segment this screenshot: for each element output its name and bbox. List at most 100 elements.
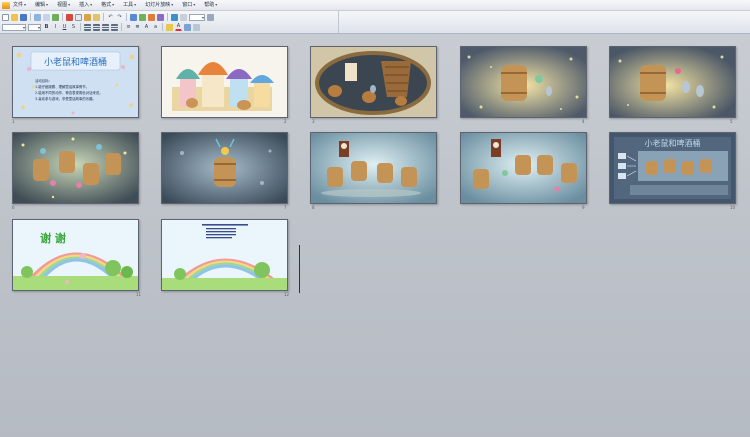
new-document-icon[interactable]: [2, 13, 9, 21]
slide-12-canvas: [162, 220, 287, 290]
toolbar-separator: [30, 13, 31, 21]
slide-number-11: 11: [136, 292, 142, 297]
slide-number-5: 5: [730, 119, 733, 124]
font-name-select[interactable]: [2, 23, 26, 31]
slide-thumbnail-11[interactable]: 谢 谢: [12, 219, 139, 291]
menu-slideshow[interactable]: 幻灯片放映 ▾: [145, 0, 173, 10]
numbered-list-icon[interactable]: ≡: [125, 24, 132, 31]
menu-file-label: 文件: [13, 2, 24, 8]
chevron-down-icon: ▾: [171, 2, 174, 7]
slide-thumbnail-12[interactable]: [161, 219, 288, 291]
shadow-icon[interactable]: S: [70, 24, 77, 31]
align-center-icon[interactable]: [93, 23, 100, 31]
copy-icon[interactable]: [75, 13, 82, 21]
slide-10-canvas: 小老鼠和啤酒桶: [610, 133, 735, 203]
underline-icon[interactable]: U: [61, 24, 68, 31]
toolbar-separator: [62, 13, 63, 21]
decrease-font-icon[interactable]: a: [152, 24, 159, 31]
slide-thumbnail-2[interactable]: [161, 46, 288, 118]
slide-6-canvas: [13, 133, 138, 203]
save-icon[interactable]: [20, 13, 27, 21]
slide-thumbnail-5[interactable]: [609, 46, 736, 118]
slide-thumbnail-6[interactable]: [12, 132, 139, 204]
menu-tools[interactable]: 工具 ▾: [123, 0, 136, 10]
slide-number-9: 9: [582, 205, 585, 210]
chevron-down-icon: ▾: [112, 2, 115, 7]
menu-format[interactable]: 格式 ▾: [101, 0, 114, 10]
paste-icon[interactable]: [84, 13, 91, 21]
slide-1-canvas: 小老鼠和啤酒桶 活动目标: 1.能仔细观察、理解童话故事情节。 2.能用不同的动…: [13, 47, 138, 117]
toolbar-divider: [338, 11, 339, 33]
slide-7-canvas: [162, 133, 287, 203]
slide-2-canvas: [162, 47, 287, 117]
help-icon[interactable]: [207, 13, 214, 21]
slide-11-canvas: 谢 谢: [13, 220, 138, 290]
menu-window[interactable]: 窗口 ▾: [182, 0, 195, 10]
insert-shape-icon[interactable]: [157, 13, 164, 21]
menu-bar: 文件 ▾ 编辑 ▾ 视图 ▾ 插入 ▾ 格式 ▾ 工具 ▾ 幻灯片放映 ▾ 窗口 ▾ 帮助 ▾: [0, 0, 750, 11]
italic-icon[interactable]: I: [52, 24, 59, 31]
redo-icon[interactable]: ↷: [116, 14, 123, 21]
slide-number-2: 2: [284, 119, 287, 124]
align-right-icon[interactable]: [102, 23, 109, 31]
slide-1-title: 小老鼠和啤酒桶: [44, 56, 107, 68]
increase-font-icon[interactable]: A: [143, 24, 150, 31]
bulleted-list-icon[interactable]: ≣: [134, 24, 141, 31]
menu-view[interactable]: 视图 ▾: [57, 0, 70, 10]
font-size-select[interactable]: [28, 23, 41, 31]
align-left-icon[interactable]: [84, 23, 91, 31]
highlight-color-icon[interactable]: [166, 23, 173, 31]
slide-thumbnail-1[interactable]: 小老鼠和啤酒桶 活动目标: 1.能仔细观察、理解童话故事情节。 2.能用不同的动…: [12, 46, 139, 118]
print-preview-icon[interactable]: [43, 13, 50, 21]
justify-icon[interactable]: [111, 23, 118, 31]
slide-number-12: 12: [284, 292, 290, 297]
insertion-point-marker: [299, 245, 300, 293]
toolbar-separator: [80, 23, 81, 31]
cut-icon[interactable]: [66, 13, 73, 21]
menu-edit[interactable]: 编辑 ▾: [35, 0, 48, 10]
toolbar-separator: [121, 23, 122, 31]
slide-10-title: 小老鼠和啤酒桶: [645, 138, 701, 148]
menu-help[interactable]: 帮助 ▾: [204, 0, 217, 10]
zoom-select[interactable]: [189, 13, 205, 21]
slide-1-objective-2: 2.能用不同的动作、神态表现角色对话来说。: [35, 90, 103, 95]
chevron-down-icon: ▾: [68, 2, 71, 7]
new-slide-icon[interactable]: [180, 13, 187, 21]
slide-1-objective-3: 3.喜欢参与游戏，享受童话故事的乐趣。: [35, 96, 96, 101]
chevron-down-icon: ▾: [215, 2, 218, 7]
insert-picture-icon[interactable]: [148, 13, 155, 21]
print-icon[interactable]: [34, 13, 41, 21]
app-logo-icon[interactable]: [2, 1, 10, 9]
design-icon[interactable]: [184, 23, 191, 31]
menu-insert-label: 插入: [79, 2, 90, 8]
spellcheck-icon[interactable]: [52, 13, 59, 21]
menu-view-label: 视图: [57, 2, 68, 8]
slide-thumbnail-9[interactable]: [460, 132, 587, 204]
bold-icon[interactable]: B: [43, 24, 50, 31]
slide-1-objectives-heading: 活动目标:: [35, 78, 50, 83]
menu-insert[interactable]: 插入 ▾: [79, 0, 92, 10]
slideshow-icon[interactable]: [171, 13, 178, 21]
menu-tools-label: 工具: [123, 2, 134, 8]
slide-thumbnail-8[interactable]: [310, 132, 437, 204]
insert-chart-icon[interactable]: [139, 13, 146, 21]
slide-thumbnail-7[interactable]: [161, 132, 288, 204]
slide-3-canvas: [311, 47, 436, 117]
chevron-down-icon: ▾: [46, 2, 49, 7]
font-color-icon[interactable]: A: [175, 24, 182, 31]
undo-icon[interactable]: ↶: [107, 14, 114, 21]
formatting-toolbar: B I U S ≡ ≣ A a A: [2, 22, 202, 32]
slide-thumbnail-10[interactable]: 小老鼠和啤酒桶: [609, 132, 736, 204]
menu-file[interactable]: 文件 ▾: [13, 0, 26, 10]
chevron-down-icon: ▾: [134, 2, 137, 7]
toolbar-separator: [162, 23, 163, 31]
format-painter-icon[interactable]: [93, 13, 100, 21]
slide-number-4: 4: [582, 119, 585, 124]
layout-icon[interactable]: [193, 23, 200, 31]
slide-number-10: 10: [730, 205, 736, 210]
slide-number-8: 8: [312, 205, 315, 210]
slide-thumbnail-3[interactable]: [310, 46, 437, 118]
open-folder-icon[interactable]: [11, 13, 18, 21]
insert-table-icon[interactable]: [130, 13, 137, 21]
slide-thumbnail-4[interactable]: [460, 46, 587, 118]
